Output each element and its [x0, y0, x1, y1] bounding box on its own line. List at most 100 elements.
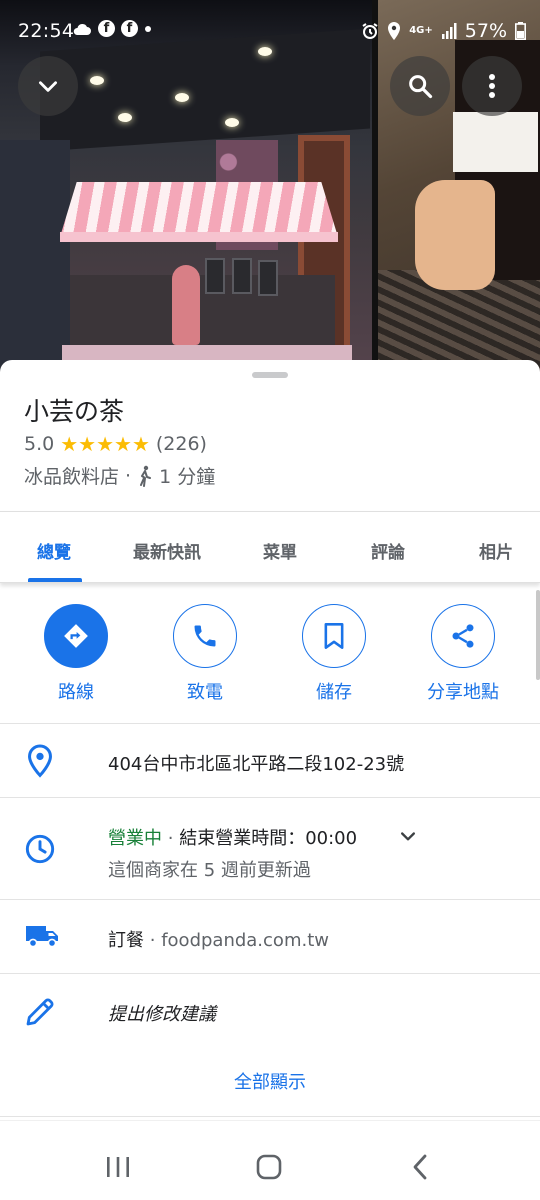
location-pin-icon	[28, 744, 52, 778]
facebook-icon: f	[98, 20, 115, 37]
back-icon	[413, 1154, 427, 1180]
edit-pencil-icon	[26, 998, 54, 1026]
directions-circle[interactable]	[44, 604, 108, 668]
address-row[interactable]: 404台中市北區北平路二段102-23號	[0, 723, 540, 797]
call-label: 致電	[187, 682, 223, 703]
facebook-icon: f	[121, 20, 138, 37]
photo-light	[175, 93, 189, 102]
system-icons: 4G+ 57%	[361, 20, 526, 42]
closing-time: 結束營業時間：00:00	[179, 828, 358, 849]
signal-icon	[441, 23, 457, 39]
hours-summary: 營業中 · 結束營業時間：00:00	[108, 824, 357, 850]
share-circle[interactable]	[431, 604, 495, 668]
tab-menu[interactable]: 菜單	[263, 538, 297, 563]
review-count: (226)	[155, 433, 207, 455]
call-button[interactable]: 致電	[145, 604, 265, 704]
battery-level: 57%	[464, 20, 507, 42]
home-icon	[256, 1154, 282, 1180]
hours-updated: 這個商家在 5 週前更新過	[108, 860, 311, 881]
photo-counter	[70, 275, 335, 355]
location-icon	[388, 22, 401, 40]
share-label: 分享地點	[427, 682, 499, 703]
active-tab-indicator	[28, 578, 82, 582]
walk-time: 1 分鐘	[159, 466, 216, 488]
recents-button[interactable]	[98, 1147, 138, 1187]
tab-updates[interactable]: 最新快訊	[133, 538, 201, 563]
photo-wall	[0, 140, 70, 372]
directions-button[interactable]: 路線	[16, 604, 136, 704]
photo-machine	[232, 258, 252, 294]
collapse-button[interactable]	[18, 56, 78, 116]
photo-light	[118, 113, 132, 122]
bookmark-icon	[324, 623, 344, 649]
place-name: 小芸の茶	[24, 397, 125, 426]
order-label: 訂餐	[108, 930, 144, 951]
suggest-edit-text: 提出修改建議	[108, 1004, 216, 1025]
tab-bar: 總覽 最新快訊 菜單 評論 相片	[0, 511, 540, 583]
notification-icons: f f	[72, 20, 152, 37]
photo-awning-trim	[60, 232, 338, 242]
tab-photos[interactable]: 相片	[479, 538, 513, 563]
scrollbar[interactable]	[536, 590, 540, 680]
delivery-truck-icon	[26, 926, 58, 948]
directions-label: 路線	[58, 682, 94, 703]
photo-machine	[205, 258, 225, 294]
action-bar: 路線 致電 儲存 分享地點	[0, 604, 540, 724]
order-info: 訂餐 · foodpanda.com.tw	[108, 926, 329, 952]
more-options-button[interactable]	[462, 56, 522, 116]
share-button[interactable]: 分享地點	[403, 604, 523, 704]
category-row: 冰品飲料店 · 1 分鐘	[24, 462, 215, 489]
rating-stars: ★★★★★	[60, 432, 150, 456]
status-time: 22:54	[18, 20, 75, 42]
photo-light	[225, 118, 239, 127]
address-text: 404台中市北區北平路二段102-23號	[108, 754, 405, 775]
back-button[interactable]	[400, 1147, 440, 1187]
system-nav-bar	[0, 1120, 540, 1200]
photo-person	[172, 265, 200, 345]
save-button[interactable]: 儲存	[274, 604, 394, 704]
drag-handle[interactable]	[252, 372, 288, 378]
show-all-link[interactable]: 全部顯示	[0, 1068, 540, 1094]
walking-icon	[140, 465, 152, 487]
photo-cup-label	[453, 112, 538, 172]
battery-icon	[515, 22, 526, 40]
clock-icon	[25, 834, 55, 864]
share-icon	[452, 624, 474, 648]
cloud-icon	[73, 23, 91, 35]
call-circle[interactable]	[173, 604, 237, 668]
section-divider	[0, 1116, 540, 1117]
place-category: 冰品飲料店	[24, 466, 120, 488]
photo-hand	[415, 180, 495, 290]
search-icon	[409, 75, 433, 99]
dot-icon	[145, 25, 151, 32]
rating-row[interactable]: 5.0 ★★★★★ (226)	[24, 432, 207, 456]
order-separator: ·	[149, 930, 156, 951]
chevron-down-icon[interactable]	[398, 826, 418, 846]
recents-icon	[107, 1157, 129, 1177]
home-button[interactable]	[249, 1147, 289, 1187]
status-bar: 22:54 f f 4G+ 57%	[0, 0, 540, 62]
tab-overview[interactable]: 總覽	[37, 538, 71, 563]
order-site-link[interactable]: foodpanda.com.tw	[161, 930, 329, 951]
hours-row[interactable]: 營業中 · 結束營業時間：00:00 這個商家在 5 週前更新過	[0, 797, 540, 899]
tab-reviews[interactable]: 評論	[371, 538, 405, 563]
phone-icon	[194, 625, 216, 647]
place-sheet[interactable]: 小芸の茶 5.0 ★★★★★ (226) 冰品飲料店 · 1 分鐘 總覽 最新快…	[0, 360, 540, 1200]
save-circle[interactable]	[302, 604, 366, 668]
search-button[interactable]	[390, 56, 450, 116]
network-type: 4G+	[409, 25, 433, 36]
save-label: 儲存	[316, 682, 352, 703]
photo-light	[90, 76, 104, 85]
suggest-edit-row[interactable]: 提出修改建議	[0, 973, 540, 1049]
alarm-icon	[362, 23, 378, 39]
order-row[interactable]: 訂餐 · foodpanda.com.tw	[0, 899, 540, 973]
hours-separator: ·	[167, 828, 174, 849]
photo-machine	[258, 260, 278, 296]
rating-value: 5.0	[24, 433, 55, 455]
photo-awning	[60, 182, 338, 237]
chevron-down-icon	[39, 81, 57, 92]
more-vert-icon	[489, 74, 495, 98]
separator: ·	[125, 464, 132, 487]
directions-icon	[64, 624, 88, 648]
open-status: 營業中	[108, 828, 162, 849]
